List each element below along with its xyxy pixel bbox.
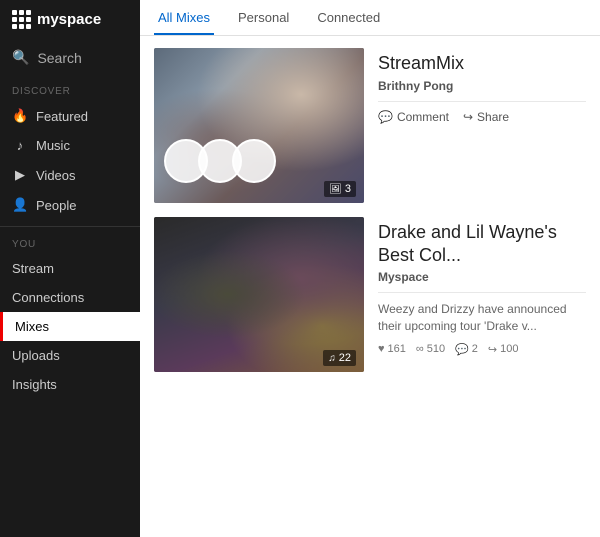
main-content: All Mixes Personal Connected 🖼 3 <box>140 0 600 537</box>
loop-icon: ∞ <box>416 343 424 355</box>
thumb-circles <box>164 139 276 183</box>
sidebar-item-featured[interactable]: 🔥 Featured <box>0 101 140 131</box>
video-icon: ▶ <box>12 167 28 183</box>
heart-stat: ♥ 161 <box>378 343 406 355</box>
app-logo[interactable]: myspace <box>0 0 140 39</box>
circle-3 <box>232 139 276 183</box>
fire-icon: 🔥 <box>12 108 28 124</box>
sidebar-item-stream[interactable]: Stream <box>0 254 140 283</box>
cards-list: 🖼 3 StreamMix Brithny Pong 💬 Comment ↪ S… <box>140 36 600 384</box>
sidebar-item-videos[interactable]: ▶ Videos <box>0 160 140 190</box>
sidebar-item-label: Featured <box>36 109 88 124</box>
card-author-1[interactable]: Brithny Pong <box>378 79 586 93</box>
stream-label: Stream <box>12 261 54 276</box>
card-info-1: StreamMix Brithny Pong 💬 Comment ↪ Share <box>378 48 586 203</box>
sidebar-item-label: People <box>36 198 76 213</box>
card-author-2[interactable]: Myspace <box>378 270 586 284</box>
search-label: Search <box>37 50 81 66</box>
heart-count: 161 <box>388 343 406 355</box>
badge-count: 22 <box>339 352 351 364</box>
sidebar-item-music[interactable]: ♪ Music <box>0 131 140 160</box>
uploads-label: Uploads <box>12 348 60 363</box>
discover-section-label: DISCOVER <box>0 80 140 101</box>
logo-grid-icon <box>12 10 31 29</box>
people-icon: 👤 <box>12 197 28 213</box>
share-label: Share <box>477 110 509 124</box>
you-section-label: YOU <box>0 233 140 254</box>
loop-count: 510 <box>427 343 445 355</box>
card-actions-1: 💬 Comment ↪ Share <box>378 110 586 124</box>
comment-action[interactable]: 💬 Comment <box>378 110 449 124</box>
search-button[interactable]: 🔍 Search <box>0 39 140 80</box>
loop-stat: ∞ 510 <box>416 343 445 355</box>
badge-count: 3 <box>345 183 351 195</box>
sidebar-item-label: Music <box>36 138 70 153</box>
comment-count: 2 <box>472 343 478 355</box>
sidebar-item-mixes[interactable]: Mixes <box>0 312 140 341</box>
card-description-2: Weezy and Drizzy have announced their up… <box>378 301 586 335</box>
share-stat: ↪ 100 <box>488 343 519 356</box>
card-stats-2: ♥ 161 ∞ 510 💬 2 ↪ 100 <box>378 343 586 356</box>
share-action[interactable]: ↪ Share <box>463 110 509 124</box>
sidebar-item-label: Videos <box>36 168 76 183</box>
card-divider-1 <box>378 101 586 102</box>
share-count: 100 <box>500 343 518 355</box>
card-info-2: Drake and Lil Wayne's Best Col... Myspac… <box>378 217 586 372</box>
tabs-bar: All Mixes Personal Connected <box>140 0 600 36</box>
heart-icon: ♥ <box>378 343 385 355</box>
music-count-badge: ♫ 22 <box>323 350 356 366</box>
music-icon: ♪ <box>12 138 28 153</box>
thumb2-background <box>154 217 364 372</box>
insights-label: Insights <box>12 377 57 392</box>
app-name: myspace <box>37 11 101 28</box>
sidebar-item-uploads[interactable]: Uploads <box>0 341 140 370</box>
connections-label: Connections <box>12 290 84 305</box>
search-icon: 🔍 <box>12 49 29 66</box>
tab-connected[interactable]: Connected <box>313 0 384 35</box>
card-title-1[interactable]: StreamMix <box>378 52 586 75</box>
tab-personal[interactable]: Personal <box>234 0 293 35</box>
mixes-label: Mixes <box>15 319 49 334</box>
card-streammix: 🖼 3 StreamMix Brithny Pong 💬 Comment ↪ S… <box>154 48 586 203</box>
image-badge-icon: 🖼 <box>329 184 342 195</box>
sidebar-item-insights[interactable]: Insights <box>0 370 140 399</box>
card-title-2[interactable]: Drake and Lil Wayne's Best Col... <box>378 221 586 266</box>
tab-all-mixes[interactable]: All Mixes <box>154 0 214 35</box>
card-thumbnail-1[interactable]: 🖼 3 <box>154 48 364 203</box>
image-count-badge: 🖼 3 <box>324 181 356 197</box>
comment-stat-icon: 💬 <box>455 343 469 356</box>
sidebar-item-connections[interactable]: Connections <box>0 283 140 312</box>
card-divider-2 <box>378 292 586 293</box>
sidebar-item-people[interactable]: 👤 People <box>0 190 140 220</box>
card-thumbnail-2[interactable]: ♫ 22 <box>154 217 364 372</box>
share-icon: ↪ <box>463 110 473 124</box>
comment-stat: 💬 2 <box>455 343 478 356</box>
comment-icon: 💬 <box>378 110 393 124</box>
share-stat-icon: ↪ <box>488 343 497 356</box>
music-badge-icon: ♫ <box>328 353 336 364</box>
divider <box>0 226 140 227</box>
card-drake: ♫ 22 Drake and Lil Wayne's Best Col... M… <box>154 217 586 372</box>
sidebar: myspace 🔍 Search DISCOVER 🔥 Featured ♪ M… <box>0 0 140 537</box>
comment-label: Comment <box>397 110 449 124</box>
